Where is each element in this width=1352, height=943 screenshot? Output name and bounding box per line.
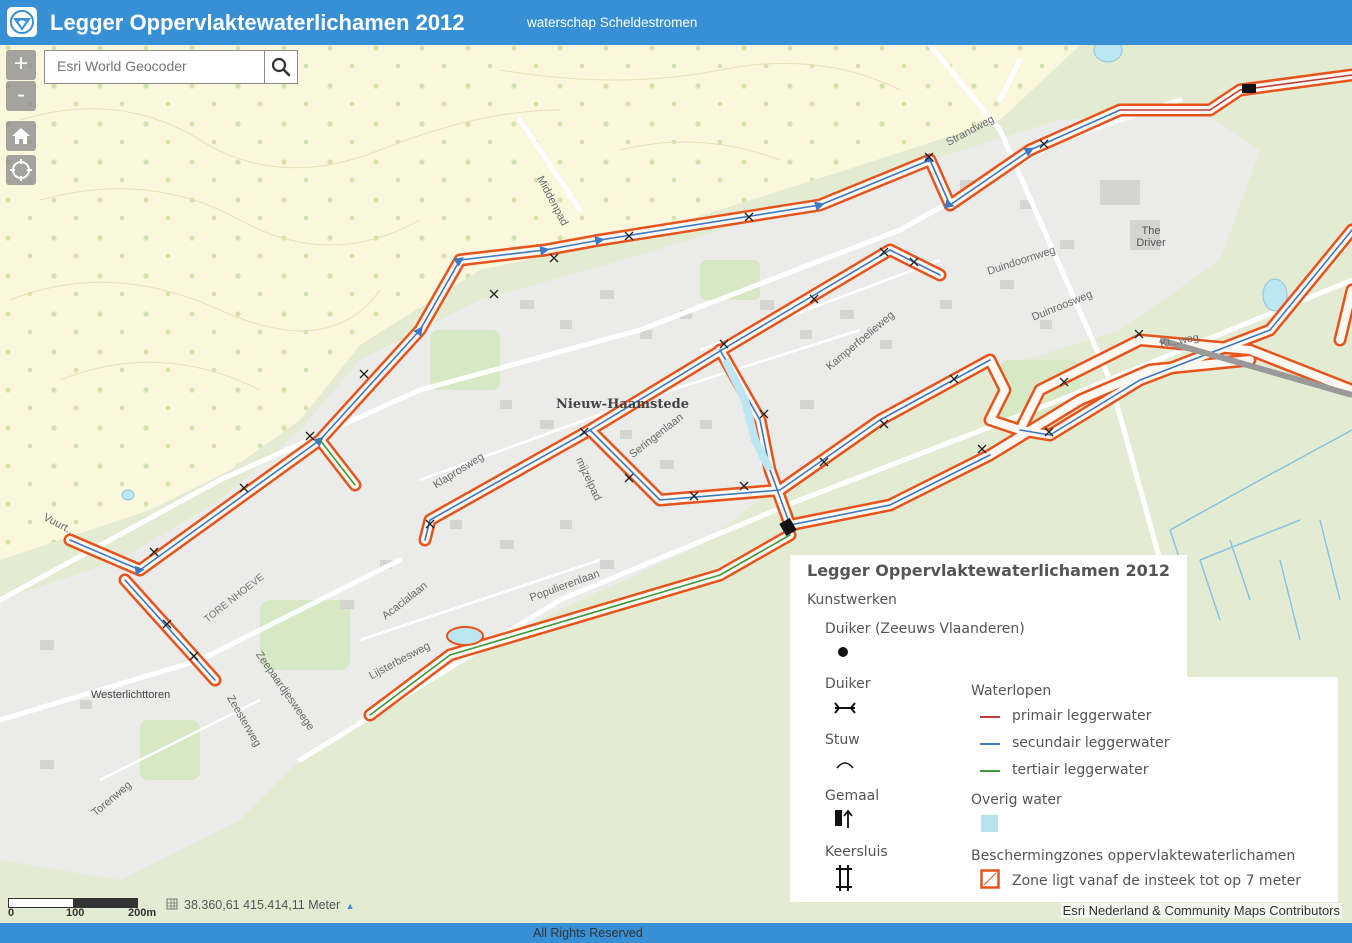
overig-water-swatch bbox=[981, 815, 998, 832]
geocoder-search bbox=[44, 50, 298, 84]
legend-waterloop-label: secundair leggerwater bbox=[1012, 735, 1170, 751]
app-header: Legger Oppervlaktewaterlichamen 2012 wat… bbox=[0, 0, 1352, 45]
legend-beschermingszones-heading: Beschermingzones oppervlaktewaterlichame… bbox=[971, 848, 1296, 864]
legend-waterloop-label: primair leggerwater bbox=[1012, 708, 1152, 724]
footer-text: All Rights Reserved bbox=[533, 926, 643, 940]
zoom-out-button[interactable]: - bbox=[6, 81, 36, 111]
map-label-the-driver: The Driver bbox=[1136, 225, 1166, 249]
legend-item-label: Gemaal bbox=[825, 788, 880, 804]
secundair-line-swatch bbox=[980, 743, 1000, 745]
legend-waterloop-label: tertiair leggerwater bbox=[1012, 762, 1149, 778]
stuw-icon bbox=[836, 762, 854, 769]
legend-zone-label: Zone ligt vanaf de insteek tot op 7 mete… bbox=[1012, 873, 1302, 889]
legend-title: Legger Oppervlaktewaterlichamen 2012 bbox=[807, 561, 1170, 580]
search-input[interactable] bbox=[45, 51, 263, 81]
legend-overig-water-heading: Overig water bbox=[971, 792, 1062, 808]
scale-label-200m: 200m bbox=[128, 907, 157, 919]
duiker-icon bbox=[834, 702, 856, 714]
home-icon bbox=[12, 128, 30, 144]
legend-item-label: Keersluis bbox=[825, 844, 888, 860]
gemaal-icon bbox=[835, 809, 853, 828]
primair-line-swatch bbox=[980, 716, 1000, 718]
coordinates-display: 38.360,61 415.414,11 Meter ▲ bbox=[166, 898, 355, 912]
locate-icon bbox=[10, 159, 32, 181]
legend-item-label: Duiker bbox=[825, 676, 871, 692]
locate-button[interactable] bbox=[6, 155, 36, 185]
zone-swatch-icon bbox=[980, 869, 1000, 889]
app-title: Legger Oppervlaktewaterlichamen 2012 bbox=[50, 10, 465, 35]
app-footer: All Rights Reserved bbox=[0, 923, 1352, 943]
waterschap-logo-icon bbox=[7, 7, 37, 37]
legend-kunstwerken-heading: Kunstwerken bbox=[807, 592, 897, 608]
app-subtitle: waterschap Scheldestromen bbox=[527, 15, 698, 30]
coordinates-toggle-icon[interactable]: ▲ bbox=[346, 901, 355, 911]
coordinates-text: 38.360,61 415.414,11 Meter bbox=[184, 898, 341, 912]
keersluis-icon bbox=[836, 865, 852, 891]
coordinates-icon bbox=[166, 898, 178, 910]
home-button[interactable] bbox=[6, 121, 36, 151]
map-attribution: Esri Nederland & Community Maps Contribu… bbox=[1060, 903, 1342, 918]
dot-icon bbox=[838, 647, 848, 657]
search-icon bbox=[271, 57, 291, 77]
tertiair-line-swatch bbox=[980, 770, 1000, 772]
legend-item-label: Stuw bbox=[825, 732, 860, 748]
legend-waterlopen-heading: Waterlopen bbox=[971, 683, 1052, 699]
search-button[interactable] bbox=[264, 51, 297, 83]
zoom-in-button[interactable]: + bbox=[6, 50, 36, 80]
map-label-westerlichttoren: Westerlichttoren bbox=[91, 689, 171, 701]
scale-label-0: 0 bbox=[8, 907, 15, 919]
legend-item-label: Duiker (Zeeuws Vlaanderen) bbox=[825, 621, 1025, 637]
map-label-nieuw-haamstede: Nieuw-Haamstede bbox=[556, 397, 689, 412]
scale-label-100: 100 bbox=[66, 907, 85, 919]
map-legend: Legger Oppervlaktewaterlichamen 2012 Kun… bbox=[790, 555, 1338, 902]
